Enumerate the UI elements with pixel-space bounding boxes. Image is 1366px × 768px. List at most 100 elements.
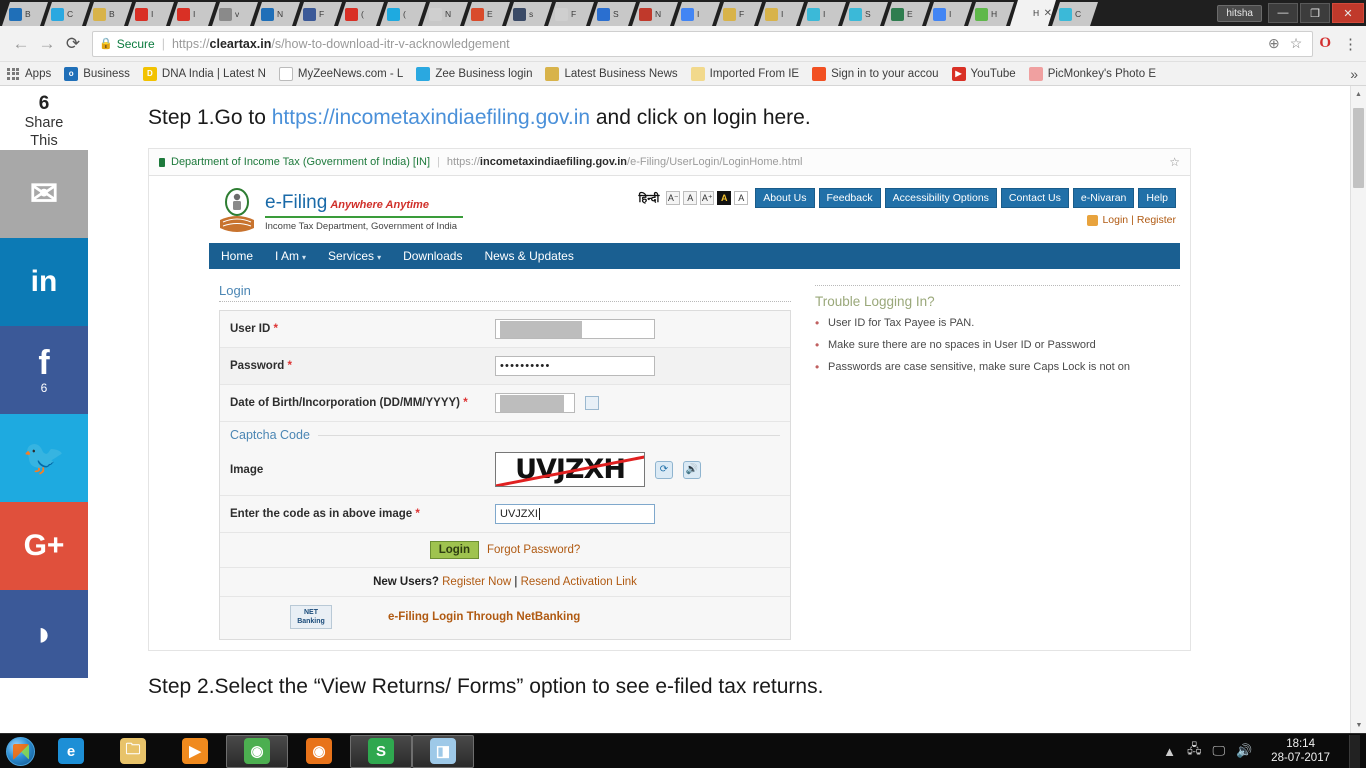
- efiling-login-link[interactable]: Login: [1102, 214, 1128, 226]
- contrast-light-button[interactable]: A: [734, 191, 749, 205]
- font-increase-button[interactable]: A⁺: [700, 191, 715, 205]
- contrast-dark-button[interactable]: A: [717, 191, 732, 205]
- hindi-language-link[interactable]: हिन्दी: [639, 191, 660, 206]
- register-now-link[interactable]: Register Now: [442, 576, 511, 588]
- taskbar-google-chrome[interactable]: ◉: [226, 734, 288, 768]
- browser-tab[interactable]: C: [1052, 2, 1098, 26]
- page-scrollbar[interactable]: ▲ ▼: [1350, 86, 1366, 733]
- taskbar-mozilla-firefox[interactable]: ◉: [288, 735, 350, 768]
- browser-tab[interactable]: E: [464, 2, 510, 26]
- browser-tab[interactable]: F: [716, 2, 762, 26]
- browser-tab[interactable]: N: [422, 2, 468, 26]
- browser-tab[interactable]: H: [968, 2, 1014, 26]
- browser-tab[interactable]: H ✕: [1010, 0, 1056, 26]
- efiling-menu-home[interactable]: Home: [221, 249, 253, 263]
- netbanking-login-link[interactable]: e-Filing Login Through NetBanking: [388, 611, 580, 623]
- browser-tab[interactable]: I: [674, 2, 720, 26]
- forgot-password-link[interactable]: Forgot Password?: [487, 544, 580, 556]
- bookmark-item[interactable]: Sign in to your accou: [812, 66, 939, 81]
- browser-tab[interactable]: F: [296, 2, 342, 26]
- taskbar-snagit[interactable]: S: [350, 734, 412, 768]
- bookmark-item[interactable]: o Business: [64, 66, 130, 81]
- clock[interactable]: 18:14 28-07-2017: [1263, 737, 1338, 765]
- efiling-nav-help[interactable]: Help: [1138, 188, 1176, 208]
- bookmark-item[interactable]: D DNA India | Latest N: [142, 66, 266, 81]
- start-button[interactable]: [0, 735, 40, 768]
- efiling-menu-i-am[interactable]: I Am ▾: [275, 249, 306, 263]
- bookmark-item[interactable]: MyZeeNews.com - L: [278, 66, 403, 81]
- refresh-icon[interactable]: ⟳: [655, 460, 673, 479]
- scroll-down-arrow[interactable]: ▼: [1351, 717, 1366, 733]
- efiling-menu-services[interactable]: Services ▾: [328, 249, 381, 263]
- zoom-icon[interactable]: ⊕: [1268, 35, 1280, 52]
- font-decrease-button[interactable]: A⁻: [666, 191, 681, 205]
- browser-tab[interactable]: B: [86, 2, 132, 26]
- browser-tab[interactable]: (: [338, 2, 384, 26]
- bookmark-item[interactable]: Zee Business login: [416, 66, 532, 81]
- twitter-share-button[interactable]: 🐦: [0, 414, 88, 502]
- efiling-register-link[interactable]: Register: [1137, 214, 1176, 226]
- taskbar-media-player[interactable]: ▶: [164, 735, 226, 768]
- browser-tab[interactable]: B: [2, 2, 48, 26]
- bookmark-star-icon[interactable]: ☆: [1290, 35, 1303, 52]
- taskbar-internet-explorer[interactable]: e: [40, 735, 102, 768]
- bookmark-item[interactable]: Latest Business News: [545, 66, 678, 81]
- captcha-code-input[interactable]: UVJZXI: [495, 504, 655, 524]
- maximize-button[interactable]: ❐: [1300, 3, 1330, 23]
- taskbar-file-explorer[interactable]: 🗀: [102, 735, 164, 768]
- facebook-share-button[interactable]: f6: [0, 326, 88, 414]
- calendar-icon[interactable]: [585, 396, 599, 410]
- efiling-nav-accessibility-options[interactable]: Accessibility Options: [884, 188, 997, 208]
- tray-expand-icon[interactable]: ▲: [1163, 744, 1176, 759]
- opera-extension-icon[interactable]: O: [1319, 35, 1331, 52]
- email-share-button[interactable]: ✉: [0, 150, 88, 238]
- browser-tab[interactable]: I: [800, 2, 846, 26]
- messenger-share-button[interactable]: ◗: [0, 590, 88, 678]
- scrollbar-thumb[interactable]: [1353, 108, 1364, 188]
- browser-tab[interactable]: S: [590, 2, 636, 26]
- reload-button[interactable]: ⟳: [60, 34, 86, 54]
- efiling-nav-e-nivaran[interactable]: e-Nivaran: [1072, 188, 1135, 208]
- resend-activation-link[interactable]: Resend Activation Link: [521, 576, 637, 588]
- show-desktop-button[interactable]: [1349, 734, 1360, 768]
- incometax-link[interactable]: https://incometaxindiaefiling.gov.in: [272, 106, 590, 129]
- network-icon[interactable]: 🖧: [1187, 740, 1202, 762]
- bookmark-item[interactable]: Apps: [6, 67, 51, 81]
- bookmark-item[interactable]: Imported From IE: [690, 66, 799, 81]
- display-icon[interactable]: 🖵: [1212, 743, 1225, 759]
- address-bar[interactable]: 🔒 Secure | https://cleartax.in/s/how-to-…: [92, 30, 1314, 57]
- password-input[interactable]: ••••••••••: [495, 356, 655, 376]
- efiling-nav-contact-us[interactable]: Contact Us: [1000, 188, 1069, 208]
- tab-close-icon[interactable]: ✕: [1044, 8, 1052, 19]
- efiling-nav-about-us[interactable]: About Us: [755, 188, 815, 208]
- browser-tab[interactable]: N: [632, 2, 678, 26]
- bookmark-item[interactable]: ▶ YouTube: [951, 66, 1016, 81]
- back-button[interactable]: ←: [8, 34, 34, 54]
- browser-tab[interactable]: I: [128, 2, 174, 26]
- efiling-nav-feedback[interactable]: Feedback: [818, 188, 881, 208]
- volume-icon[interactable]: 🔊: [1236, 743, 1252, 759]
- login-button[interactable]: Login: [429, 541, 479, 559]
- minimize-button[interactable]: —: [1268, 3, 1298, 23]
- taskbar-onenote[interactable]: ◨: [412, 734, 474, 768]
- browser-tab[interactable]: v: [212, 2, 258, 26]
- efiling-menu-downloads[interactable]: Downloads: [403, 249, 462, 263]
- browser-tab[interactable]: (: [380, 2, 426, 26]
- browser-tab[interactable]: C: [44, 2, 90, 26]
- forward-button[interactable]: →: [34, 34, 60, 54]
- browser-tab[interactable]: I: [926, 2, 972, 26]
- browser-tab[interactable]: F: [548, 2, 594, 26]
- efiling-menu-news-updates[interactable]: News & Updates: [484, 249, 573, 263]
- browser-tab[interactable]: E: [884, 2, 930, 26]
- userid-input[interactable]: [495, 319, 655, 339]
- linkedin-share-button[interactable]: in: [0, 238, 88, 326]
- close-button[interactable]: ✕: [1332, 3, 1364, 23]
- bookmarks-overflow-button[interactable]: »: [1350, 66, 1358, 82]
- browser-tab[interactable]: I: [758, 2, 804, 26]
- scroll-up-arrow[interactable]: ▲: [1351, 86, 1366, 102]
- dob-input[interactable]: [495, 393, 575, 413]
- browser-tab[interactable]: N: [254, 2, 300, 26]
- speaker-icon[interactable]: 🔊: [683, 460, 701, 479]
- browser-tab[interactable]: S: [842, 2, 888, 26]
- googleplus-share-button[interactable]: G+: [0, 502, 88, 590]
